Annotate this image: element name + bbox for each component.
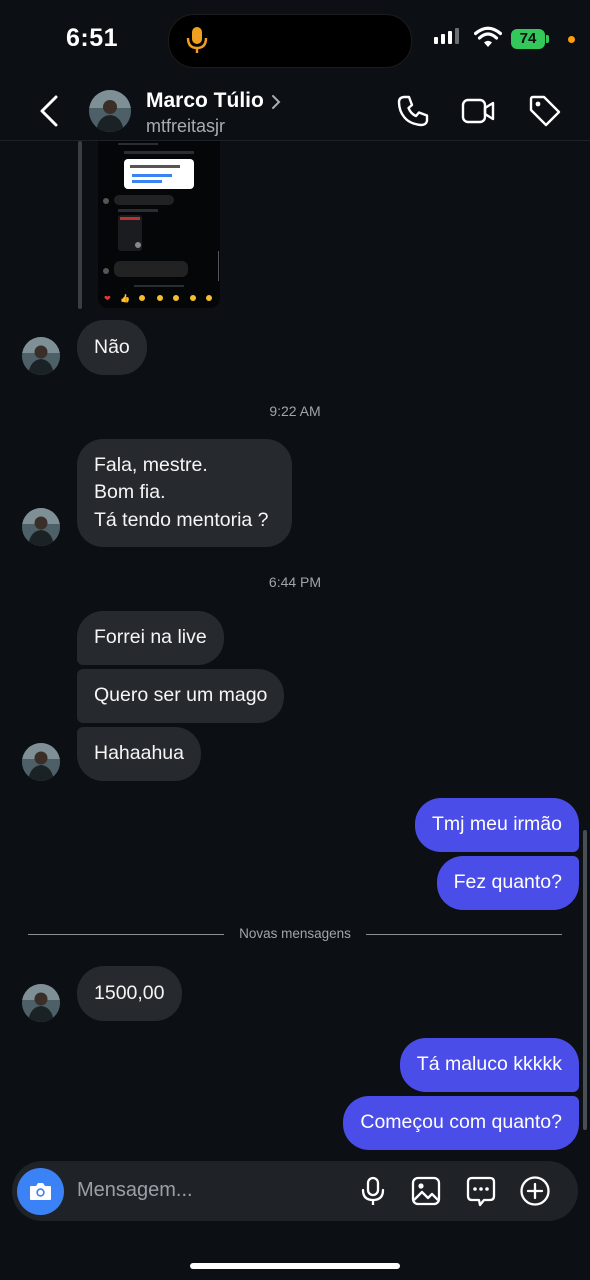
new-messages-label: Novas mensagens [239,926,351,941]
message-bubble-incoming[interactable]: Forrei na live [77,611,224,665]
message-text: Tá tendo mentoria ? [94,508,269,531]
svg-text:👍: 👍 [120,293,130,303]
message-text: 1500,00 [94,981,165,1004]
message-text: Bom fia. [94,481,166,504]
microphone-icon[interactable] [357,1175,389,1207]
message-text: Fala, mestre. [94,453,208,476]
message-text: Quero ser um mago [94,684,268,707]
message-bubble-outgoing[interactable]: Começou com quanto? [343,1096,579,1150]
header-divider [0,140,590,141]
message-text: Hahaahua [94,742,184,765]
microphone-in-use-icon [186,27,208,53]
cellular-signal-icon [434,28,459,44]
message-text: Não [94,335,130,358]
gallery-icon[interactable] [410,1175,442,1207]
add-icon[interactable] [519,1175,551,1207]
phone-icon[interactable] [395,93,431,129]
contact-username[interactable]: mtfreitasjr [146,116,225,137]
message-bubble-incoming[interactable]: Quero ser um mago [77,669,285,723]
chevron-right-icon[interactable] [270,94,282,110]
message-text: Fez quanto? [453,871,562,894]
video-call-icon[interactable] [460,93,496,129]
message-bubble-outgoing[interactable]: Tá maluco kkkkk [399,1038,579,1092]
battery-indicator: 74 [511,29,545,49]
header-avatar[interactable] [89,90,131,132]
status-time: 6:51 [66,24,119,52]
privacy-dot [568,36,575,43]
battery-tip [546,35,549,43]
message-bubble-incoming[interactable]: Hahaahua [77,727,201,781]
sender-avatar[interactable] [22,743,60,781]
tag-icon[interactable] [527,93,563,129]
sender-avatar[interactable] [22,337,60,375]
message-text: Forrei na live [94,626,207,649]
message-bubble-incoming[interactable]: 1500,00 [77,966,182,1021]
message-bubble-outgoing[interactable]: Fez quanto? [436,856,579,910]
svg-text:❤: ❤ [104,294,111,303]
contact-name[interactable]: Marco Túlio [146,89,264,113]
message-bubble-incoming[interactable]: Fala, mestre. Bom fia. Tá tendo mentoria… [77,439,292,547]
back-chevron-icon[interactable] [36,94,66,128]
wifi-icon [474,26,502,47]
message-bubble-outgoing[interactable]: Tmj meu irmão [414,798,579,852]
message-bubble-incoming[interactable]: Não [77,320,147,375]
home-indicator[interactable] [190,1263,400,1269]
camera-icon [30,1183,51,1200]
message-text: Tmj meu irmão [431,813,562,836]
shared-image-preview[interactable]: ❤ 👍 [98,141,220,308]
sender-avatar[interactable] [22,984,60,1022]
scrollbar[interactable] [583,830,587,1130]
message-text: Tá maluco kkkkk [416,1053,562,1076]
timestamp: 6:44 PM [268,574,322,590]
camera-button[interactable] [17,1168,64,1215]
sticker-chat-icon[interactable] [465,1175,497,1207]
timestamp: 9:22 AM [269,403,321,419]
message-input[interactable]: Mensagem... [77,1179,193,1202]
sender-avatar[interactable] [22,508,60,546]
message-text: Começou com quanto? [360,1111,562,1134]
reply-quote-bar [78,141,82,309]
